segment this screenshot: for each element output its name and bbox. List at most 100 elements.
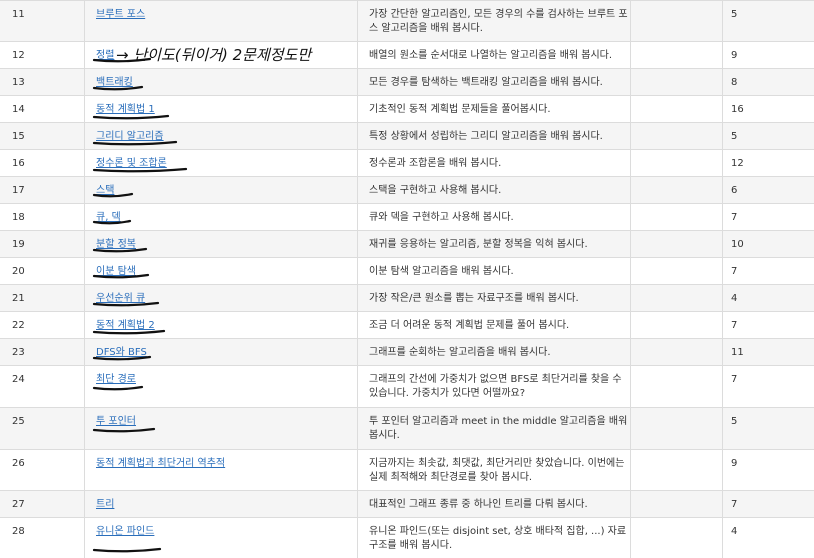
step-title-link[interactable]: 최단 경로 xyxy=(96,374,136,385)
table-row: 26 동적 계획법과 최단거리 역추적 지금까지는 최솟값, 최댓값, 최단거리만 … xyxy=(0,449,814,490)
step-title-link[interactable]: 유니온 파인드 xyxy=(96,526,154,537)
table-row: 16 정수론 및 조합론 정수론과 조합론을 배워 봅시다. 12 xyxy=(0,149,814,176)
table-row: 11 브루트 포스 가장 간단한 알고리즘인, 모든 경우의 수를 검사하는 브루트… xyxy=(0,0,814,41)
column-divider xyxy=(722,258,723,284)
step-number: 23 xyxy=(12,347,25,358)
step-title-link[interactable]: DFS와 BFS xyxy=(96,347,147,358)
step-description: 재귀를 응용하는 알고리즘, 분할 정복을 익혀 봅시다. xyxy=(369,239,588,250)
column-divider xyxy=(722,312,723,338)
column-divider xyxy=(722,69,723,95)
problem-count: 9 xyxy=(731,458,738,469)
step-title-link[interactable]: 정렬 xyxy=(96,50,114,61)
column-divider xyxy=(722,1,723,41)
step-title-link[interactable]: 정수론 및 조합론 xyxy=(96,158,167,169)
step-description: 기초적인 동적 계획법 문제들을 풀어봅시다. xyxy=(369,104,551,115)
column-divider xyxy=(84,96,85,122)
column-divider xyxy=(84,450,85,490)
table-row: 27 트리 대표적인 그래프 종류 중 하나인 트리를 다뤄 봅시다. 7 xyxy=(0,490,814,517)
table-row: 23 DFS와 BFS 그래프를 순회하는 알고리즘을 배워 봅시다. 11 xyxy=(0,338,814,365)
step-number: 19 xyxy=(12,239,25,250)
column-divider xyxy=(722,231,723,257)
problem-count: 5 xyxy=(731,131,738,142)
column-divider xyxy=(84,69,85,95)
column-divider xyxy=(84,150,85,176)
problem-count: 7 xyxy=(731,212,738,223)
step-description: 투 포인터 알고리즘과 meet in the middle 알고리즘을 배워 … xyxy=(369,416,628,441)
column-divider xyxy=(84,42,85,68)
column-divider xyxy=(722,204,723,230)
table-row: 20 이분 탐색 이분 탐색 알고리즘을 배워 봅시다. 7 xyxy=(0,257,814,284)
step-title-link[interactable]: 큐, 덱 xyxy=(96,212,121,223)
problem-count: 9 xyxy=(731,50,738,61)
problem-count: 7 xyxy=(731,499,738,510)
step-description: 큐와 덱을 구현하고 사용해 봅시다. xyxy=(369,212,514,223)
step-description: 그래프를 순회하는 알고리즘을 배워 봅시다. xyxy=(369,347,551,358)
table-row: 13 백트래킹 모든 경우를 탐색하는 백트래킹 알고리즘을 배워 봅시다. 8 xyxy=(0,68,814,95)
column-divider xyxy=(722,518,723,558)
step-description: 유니온 파인드(또는 disjoint set, 상호 배타적 집합, ...)… xyxy=(369,526,627,551)
column-divider xyxy=(84,123,85,149)
column-divider xyxy=(722,491,723,517)
table-row: 12 정렬 배열의 원소를 순서대로 나열하는 알고리즘을 배워 봅시다. 9 xyxy=(0,41,814,68)
step-description: 가장 작은/큰 원소를 뽑는 자료구조를 배워 봅시다. xyxy=(369,293,579,304)
step-description: 스택을 구현하고 사용해 봅시다. xyxy=(369,185,502,196)
column-divider xyxy=(722,123,723,149)
step-number: 20 xyxy=(12,266,25,277)
problem-count: 7 xyxy=(731,320,738,331)
problem-count: 7 xyxy=(731,374,738,385)
step-title-link[interactable]: 이분 탐색 xyxy=(96,266,136,277)
column-divider xyxy=(84,312,85,338)
column-divider xyxy=(722,408,723,449)
step-description: 대표적인 그래프 종류 중 하나인 트리를 다뤄 봅시다. xyxy=(369,499,588,510)
step-number: 27 xyxy=(12,499,25,510)
problem-count: 4 xyxy=(731,293,738,304)
column-divider xyxy=(84,177,85,203)
step-title-link[interactable]: 우선순위 큐 xyxy=(96,293,145,304)
step-number: 25 xyxy=(12,416,25,427)
step-description: 지금까지는 최솟값, 최댓값, 최단거리만 찾았습니다. 이번에는 실제 최적해… xyxy=(369,458,625,483)
problem-count: 16 xyxy=(731,104,744,115)
step-title-link[interactable]: 트리 xyxy=(96,499,114,510)
step-title-link[interactable]: 동적 계획법 1 xyxy=(96,104,155,115)
step-title-link[interactable]: 분할 정복 xyxy=(96,239,136,250)
column-divider xyxy=(722,42,723,68)
table-row: 18 큐, 덱 큐와 덱을 구현하고 사용해 봅시다. 7 xyxy=(0,203,814,230)
table-row: 24 최단 경로 그래프의 간선에 가중치가 없으면 BFS로 최단거리를 찾을 수… xyxy=(0,365,814,407)
step-description: 그래프의 간선에 가중치가 없으면 BFS로 최단거리를 찾을 수 있습니다. … xyxy=(369,374,622,399)
step-title-link[interactable]: 동적 계획법과 최단거리 역추적 xyxy=(96,458,225,469)
step-number: 28 xyxy=(12,526,25,537)
step-number: 24 xyxy=(12,374,25,385)
step-number: 15 xyxy=(12,131,25,142)
step-number: 18 xyxy=(12,212,25,223)
problem-count: 12 xyxy=(731,158,744,169)
table-row: 21 우선순위 큐 가장 작은/큰 원소를 뽑는 자료구조를 배워 봅시다. 4 xyxy=(0,284,814,311)
column-divider xyxy=(722,285,723,311)
problem-count: 10 xyxy=(731,239,744,250)
column-divider xyxy=(84,231,85,257)
step-number: 16 xyxy=(12,158,25,169)
column-divider xyxy=(84,366,85,407)
step-description: 특정 상황에서 성립하는 그리디 알고리즘을 배워 봅시다. xyxy=(369,131,603,142)
table-row: 15 그리디 알고리즘 특정 상황에서 성립하는 그리디 알고리즘을 배워 봅시다.… xyxy=(0,122,814,149)
step-description: 이분 탐색 알고리즘을 배워 봅시다. xyxy=(369,266,514,277)
problem-count: 11 xyxy=(731,347,744,358)
step-title-link[interactable]: 백트래킹 xyxy=(96,77,133,88)
column-divider xyxy=(84,258,85,284)
table-row: 25 투 포인터 투 포인터 알고리즘과 meet in the middle 알고… xyxy=(0,407,814,449)
step-title-link[interactable]: 스택 xyxy=(96,185,114,196)
column-divider xyxy=(722,366,723,407)
step-title-link[interactable]: 투 포인터 xyxy=(96,416,136,427)
step-description: 배열의 원소를 순서대로 나열하는 알고리즘을 배워 봅시다. xyxy=(369,50,613,61)
step-description: 가장 간단한 알고리즘인, 모든 경우의 수를 검사하는 브루트 포스 알고리즘… xyxy=(369,9,628,34)
step-title-link[interactable]: 브루트 포스 xyxy=(96,9,145,20)
column-divider xyxy=(84,285,85,311)
step-title-link[interactable]: 그리디 알고리즘 xyxy=(96,131,164,142)
step-title-link[interactable]: 동적 계획법 2 xyxy=(96,320,155,331)
problem-count: 8 xyxy=(731,77,738,88)
step-number: 26 xyxy=(12,458,25,469)
step-number: 11 xyxy=(12,9,25,20)
step-description: 조금 더 어려운 동적 계획법 문제를 풀어 봅시다. xyxy=(369,320,570,331)
step-number: 14 xyxy=(12,104,25,115)
problem-count: 4 xyxy=(731,526,738,537)
table-row: 28 유니온 파인드 유니온 파인드(또는 disjoint set, 상호 배타적… xyxy=(0,517,814,558)
